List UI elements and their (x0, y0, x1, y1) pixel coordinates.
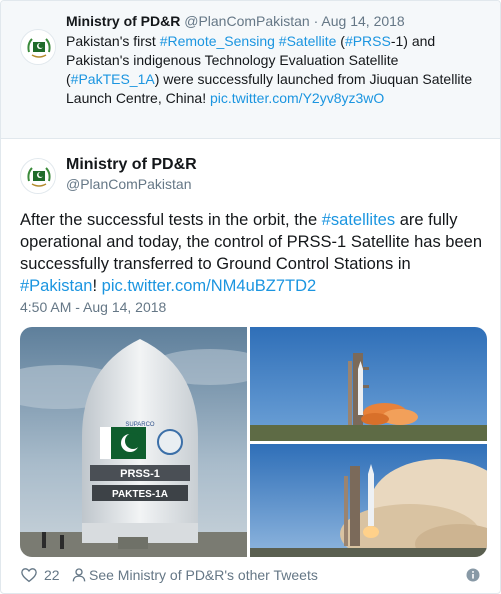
photo-launch[interactable] (250, 327, 487, 441)
parent-tweet-header: Ministry of PD&R @PlanComPakistan · Aug … (66, 13, 405, 29)
tweet-date[interactable]: Aug 14, 2018 (321, 13, 404, 29)
fairing-label-prss: PRSS-1 (120, 468, 160, 480)
fairing-agency-label: SUPARCO (125, 422, 155, 428)
photo-fairing[interactable]: SUPARCO PRSS-1 PAKTES-1A (20, 327, 247, 557)
author-name[interactable]: Ministry of PD&R (66, 156, 197, 174)
other-tweets-link[interactable]: See Ministry of PD&R's other Tweets (89, 567, 318, 583)
tweet-footer: 22 See Ministry of PD&R's other Tweets (20, 565, 490, 585)
like-count[interactable]: 22 (44, 567, 60, 583)
photo-liftoff[interactable] (250, 444, 487, 557)
tweet-link[interactable]: #Satellite (279, 33, 337, 49)
author-handle[interactable]: @PlanComPakistan (184, 13, 310, 29)
tweet-text-segment: ! (92, 277, 102, 295)
tweet-link[interactable]: #Remote_Sensing (160, 33, 275, 49)
tweet-link[interactable]: pic.twitter.com/Y2yv8yz3wO (210, 90, 384, 106)
author-name[interactable]: Ministry of PD&R (66, 13, 180, 29)
parent-tweet[interactable]: Ministry of PD&R @PlanComPakistan · Aug … (1, 1, 500, 139)
avatar[interactable] (20, 158, 56, 194)
tweet-text-segment: Pakistan's first (66, 33, 160, 49)
tweet-timestamp[interactable]: 4:50 AM - Aug 14, 2018 (20, 299, 166, 315)
tweet-link[interactable]: pic.twitter.com/NM4uBZ7TD2 (102, 277, 317, 295)
info-icon[interactable] (466, 568, 480, 582)
tweet-link[interactable]: #Pakistan (20, 277, 92, 295)
avatar[interactable] (20, 29, 56, 65)
tweet-text-segment: After the successful tests in the orbit,… (20, 211, 322, 229)
fairing-label-paktes: PAKTES-1A (112, 489, 168, 500)
tweet-link[interactable]: #satellites (322, 211, 395, 229)
author-handle[interactable]: @PlanComPakistan (66, 176, 192, 192)
tweet-text: After the successful tests in the orbit,… (20, 209, 490, 297)
person-icon (72, 568, 86, 582)
tweet-text-segment: ( (336, 33, 345, 49)
tweet-link[interactable]: #PRSS (345, 33, 391, 49)
tweet-link[interactable]: #PakTES_1A (71, 71, 155, 87)
meta-separator: · (313, 13, 319, 29)
tweet-card: Ministry of PD&R @PlanComPakistan · Aug … (0, 0, 501, 594)
parent-tweet-text: Pakistan's first #Remote_Sensing #Satell… (66, 32, 486, 108)
photo-grid: SUPARCO PRSS-1 PAKTES-1A (20, 327, 487, 557)
heart-icon[interactable] (20, 566, 38, 584)
